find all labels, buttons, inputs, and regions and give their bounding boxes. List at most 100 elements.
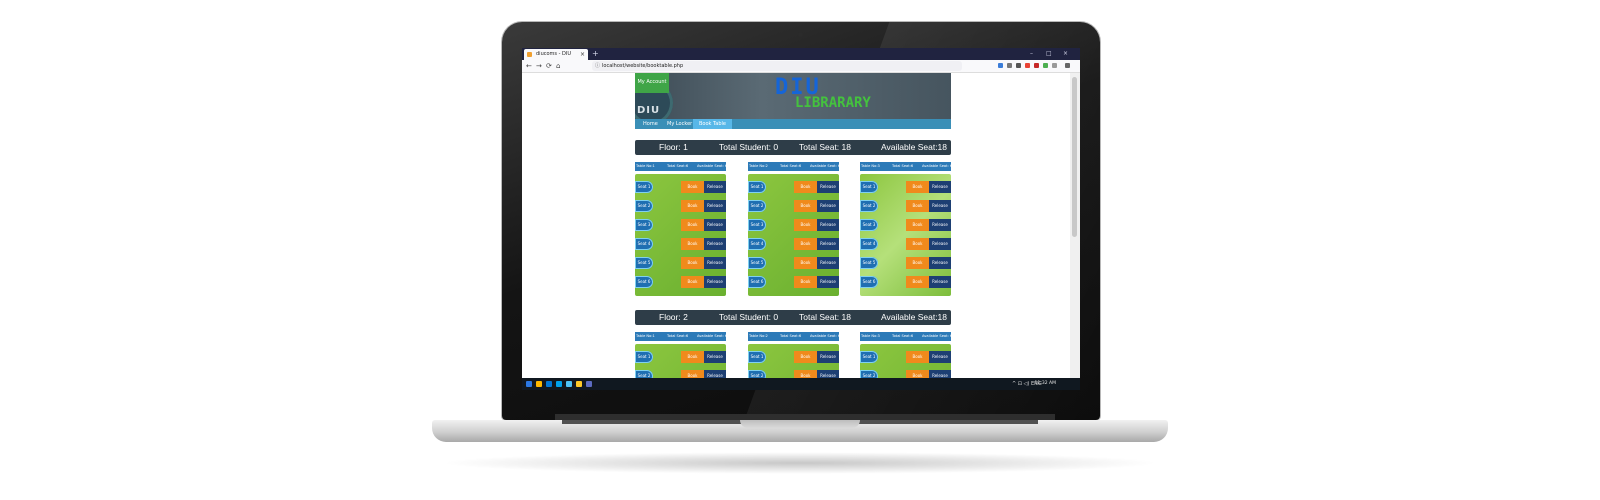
file-explorer-icon[interactable] bbox=[536, 381, 542, 387]
table-number: Table No:3 bbox=[861, 334, 880, 338]
seat-row: Seat 1 Book Release bbox=[860, 351, 951, 363]
release-button[interactable]: Release bbox=[817, 238, 839, 250]
book-button[interactable]: Book bbox=[681, 370, 704, 378]
browser-task-icon[interactable] bbox=[566, 381, 572, 387]
table-total-seat: Total Seat:6 bbox=[667, 334, 689, 338]
release-button[interactable]: Release bbox=[817, 181, 839, 193]
book-button[interactable]: Book bbox=[906, 351, 929, 363]
close-window-button[interactable]: × bbox=[1063, 48, 1068, 60]
release-button[interactable]: Release bbox=[929, 370, 951, 378]
seat-label: Seat 3 bbox=[860, 219, 878, 231]
book-button[interactable]: Book bbox=[681, 219, 704, 231]
my-account-button[interactable]: My Account bbox=[635, 73, 669, 93]
maximize-button[interactable]: □ bbox=[1046, 48, 1052, 60]
tab-close-icon[interactable]: × bbox=[580, 49, 585, 60]
book-button[interactable]: Book bbox=[906, 276, 929, 288]
release-button[interactable]: Release bbox=[704, 351, 726, 363]
table-header: Table No:3 Total Seat:6 Available Seat: 6 bbox=[860, 162, 952, 171]
start-icon[interactable] bbox=[526, 381, 532, 387]
folder-icon[interactable] bbox=[576, 381, 582, 387]
release-button[interactable]: Release bbox=[929, 351, 951, 363]
table-number: Table No:2 bbox=[749, 164, 768, 168]
book-button[interactable]: Book bbox=[794, 370, 817, 378]
release-button[interactable]: Release bbox=[817, 370, 839, 378]
laptop-base bbox=[432, 420, 1168, 442]
release-button[interactable]: Release bbox=[704, 370, 726, 378]
seat-label: Seat 4 bbox=[860, 238, 878, 250]
book-button[interactable]: Book bbox=[681, 238, 704, 250]
seat-row: Seat 1 Book Release bbox=[635, 351, 726, 363]
edge-icon[interactable] bbox=[556, 381, 562, 387]
pocket-icon[interactable] bbox=[1025, 63, 1030, 68]
release-button[interactable]: Release bbox=[704, 181, 726, 193]
new-tab-button[interactable]: + bbox=[592, 48, 599, 60]
release-button[interactable]: Release bbox=[817, 219, 839, 231]
book-button[interactable]: Book bbox=[906, 200, 929, 212]
page-scrollbar[interactable] bbox=[1070, 73, 1080, 378]
release-button[interactable]: Release bbox=[929, 200, 951, 212]
release-button[interactable]: Release bbox=[704, 257, 726, 269]
release-button[interactable]: Release bbox=[929, 238, 951, 250]
book-button[interactable]: Book bbox=[794, 219, 817, 231]
book-button[interactable]: Book bbox=[794, 238, 817, 250]
seat-row: Seat 3 Book Release bbox=[748, 219, 839, 231]
book-button[interactable]: Book bbox=[681, 276, 704, 288]
addon-icon[interactable] bbox=[1043, 63, 1048, 68]
shield-icon[interactable] bbox=[1034, 63, 1039, 68]
release-button[interactable]: Release bbox=[704, 219, 726, 231]
table-total-seat: Total Seat:6 bbox=[892, 334, 914, 338]
nav-home[interactable]: Home bbox=[637, 119, 664, 129]
book-button[interactable]: Book bbox=[906, 238, 929, 250]
seat-row: Seat 4 Book Release bbox=[748, 238, 839, 250]
clock[interactable]: 11:32 AM bbox=[1035, 378, 1056, 390]
release-button[interactable]: Release bbox=[817, 200, 839, 212]
book-button[interactable]: Book bbox=[906, 181, 929, 193]
reload-button[interactable]: ⟳ bbox=[546, 61, 552, 71]
release-button[interactable]: Release bbox=[704, 276, 726, 288]
library-icon[interactable] bbox=[1007, 63, 1012, 68]
book-button[interactable]: Book bbox=[794, 181, 817, 193]
address-bar[interactable]: ⓘ localhost/website/booktable.php bbox=[592, 61, 962, 71]
release-button[interactable]: Release bbox=[817, 351, 839, 363]
extension-icon[interactable] bbox=[998, 63, 1003, 68]
sync-icon[interactable] bbox=[1052, 63, 1057, 68]
release-button[interactable]: Release bbox=[929, 181, 951, 193]
back-button[interactable]: ← bbox=[526, 61, 532, 71]
webcam bbox=[798, 32, 803, 37]
table-total-seat: Total Seat:6 bbox=[667, 164, 689, 168]
release-button[interactable]: Release bbox=[704, 238, 726, 250]
release-button[interactable]: Release bbox=[704, 200, 726, 212]
seat-label: Seat 1 bbox=[635, 181, 653, 193]
book-button[interactable]: Book bbox=[794, 257, 817, 269]
info-icon: ⓘ bbox=[595, 63, 601, 69]
forward-button[interactable]: → bbox=[536, 61, 542, 71]
sidebar-icon[interactable] bbox=[1016, 63, 1021, 68]
release-button[interactable]: Release bbox=[929, 257, 951, 269]
store-icon[interactable] bbox=[546, 381, 552, 387]
app-icon[interactable] bbox=[586, 381, 592, 387]
nav-book-table[interactable]: Book Table bbox=[693, 119, 732, 129]
book-button[interactable]: Book bbox=[794, 351, 817, 363]
book-button[interactable]: Book bbox=[681, 257, 704, 269]
minimize-button[interactable]: – bbox=[1030, 48, 1033, 60]
book-button[interactable]: Book bbox=[906, 219, 929, 231]
release-button[interactable]: Release bbox=[929, 219, 951, 231]
scrollbar-thumb[interactable] bbox=[1072, 77, 1077, 237]
book-button[interactable]: Book bbox=[906, 370, 929, 378]
book-button[interactable]: Book bbox=[794, 200, 817, 212]
release-button[interactable]: Release bbox=[929, 276, 951, 288]
book-button[interactable]: Book bbox=[681, 181, 704, 193]
web-page: DIU My Account DIU LIBRARARY Home My Loc… bbox=[522, 73, 1070, 378]
release-button[interactable]: Release bbox=[817, 257, 839, 269]
table-card: Seat 1 Book Release Seat 2 Book Release bbox=[748, 344, 839, 378]
menu-icon[interactable] bbox=[1065, 63, 1070, 68]
browser-tab[interactable]: diucoms - DIU × bbox=[524, 49, 588, 60]
home-button[interactable]: ⌂ bbox=[556, 61, 560, 71]
seat-label: Seat 1 bbox=[748, 181, 766, 193]
book-button[interactable]: Book bbox=[794, 276, 817, 288]
book-button[interactable]: Book bbox=[681, 200, 704, 212]
book-button[interactable]: Book bbox=[906, 257, 929, 269]
seat-row: Seat 1 Book Release bbox=[860, 181, 951, 193]
release-button[interactable]: Release bbox=[817, 276, 839, 288]
book-button[interactable]: Book bbox=[681, 351, 704, 363]
